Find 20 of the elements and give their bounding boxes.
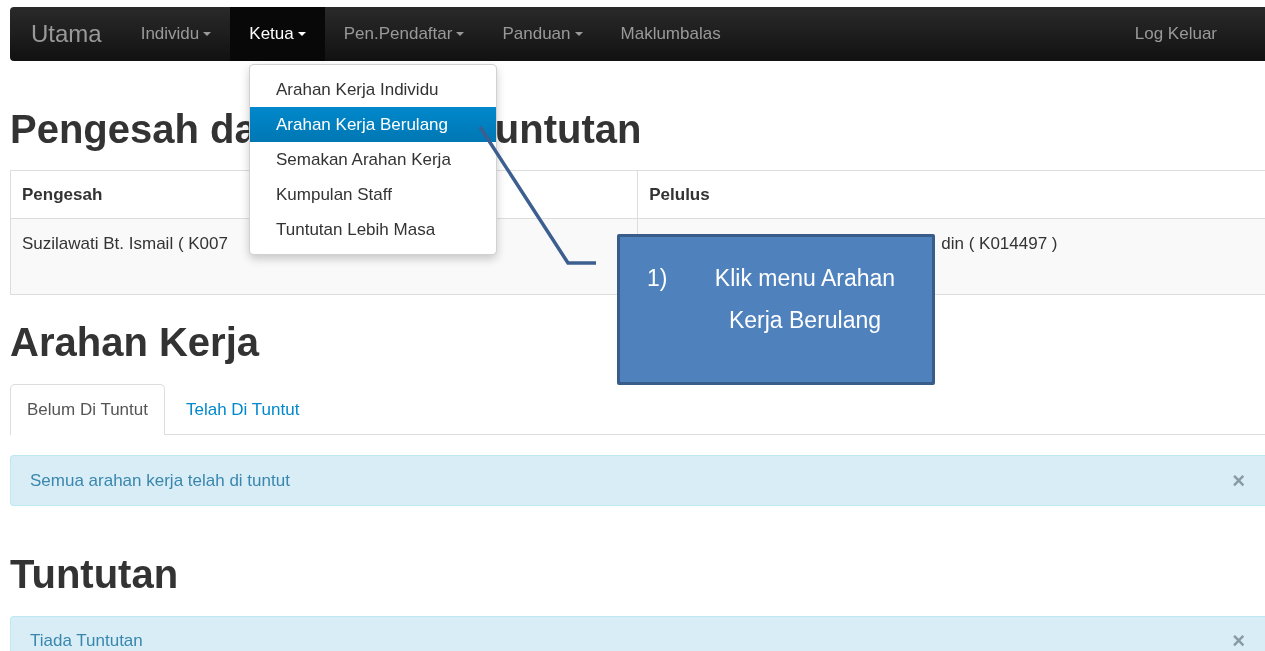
nav-menu-item[interactable]: Individu xyxy=(121,7,231,61)
dropdown-item[interactable]: Arahan Kerja Berulang xyxy=(250,107,496,142)
brand-link[interactable]: Utama xyxy=(10,7,122,61)
dropdown-item[interactable]: Semakan Arahan Kerja xyxy=(250,142,496,177)
nav-menu-item[interactable]: Panduan xyxy=(483,7,602,61)
page-heading: untutan xyxy=(494,106,642,152)
dropdown-item[interactable]: Arahan Kerja Individu xyxy=(250,72,496,107)
tab[interactable]: Belum Di Tuntut xyxy=(10,384,165,435)
tab[interactable]: Telah Di Tuntut xyxy=(164,384,318,435)
column-header: Pelulus xyxy=(637,170,1265,219)
alert-message: Tiada Tuntutan xyxy=(30,631,143,651)
step-number: 1) xyxy=(647,264,669,293)
section-heading: Tuntutan xyxy=(10,552,179,596)
logout-link[interactable]: Log Keluar xyxy=(1115,7,1265,61)
nav-menu-item[interactable]: Ketua xyxy=(230,7,325,61)
section-heading: Arahan Kerja xyxy=(10,319,259,366)
nav-menu-item[interactable]: Maklumbalas xyxy=(601,7,740,61)
nav-menu-item[interactable]: Pen.Pendaftar xyxy=(324,7,484,61)
alert-message: Semua arahan kerja telah di tuntut xyxy=(30,470,290,491)
dropdown-item[interactable]: Kumpulan Staff xyxy=(250,177,496,212)
